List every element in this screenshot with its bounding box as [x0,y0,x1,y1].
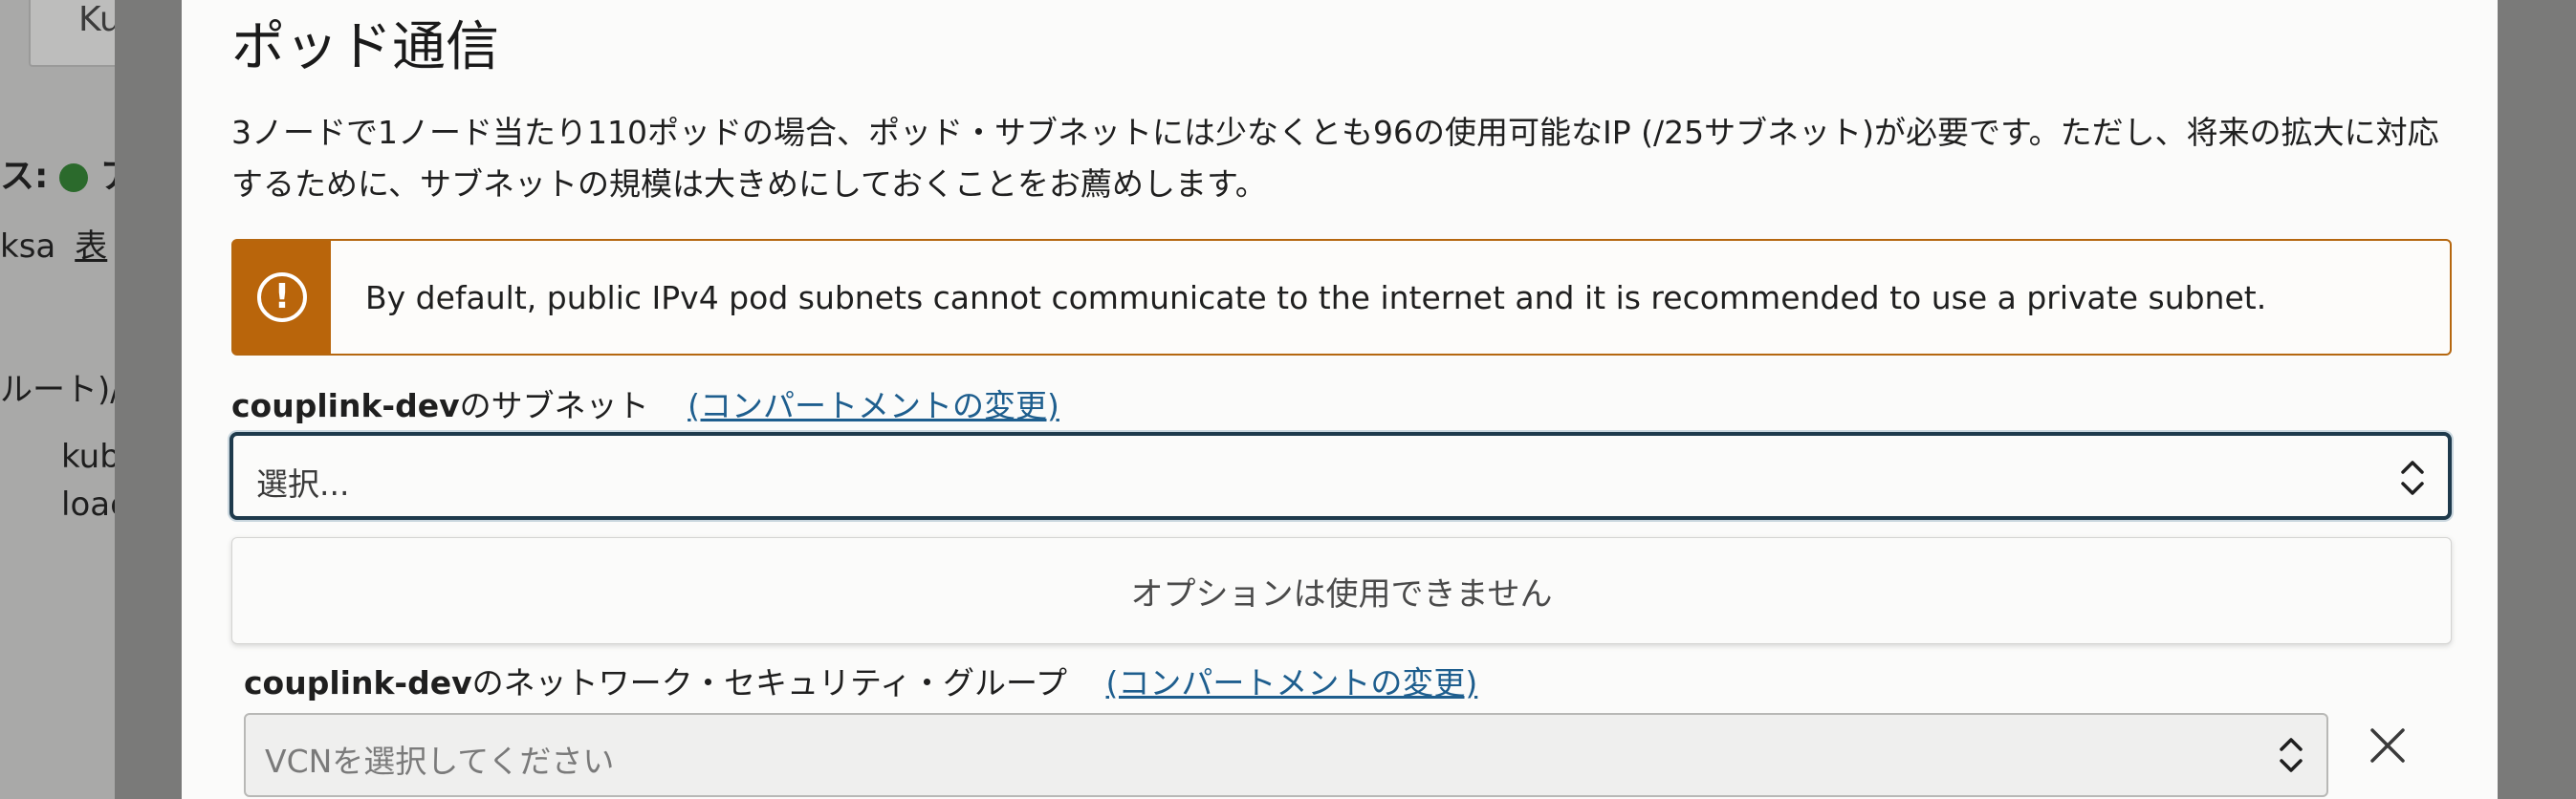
subnet-dropdown-list: オプションは使用できません [231,537,2452,644]
subnet-label: couplink-devのサブネット (コンパートメントの変更) [231,380,1059,426]
nsg-label-compartment: couplink-dev [244,664,472,702]
background-page: Ku ス: ア ksa 表 ルート)/ kub loac [0,0,115,799]
subnet-select[interactable]: 選択... [229,432,2452,520]
section-description: 3ノードで1ノード当たり110ポッドの場合、ポッド・サブネットには少なくとも96… [231,114,2439,203]
background-line-2: ルート)/ [0,371,115,409]
warning-icon-area: ! [233,241,331,354]
nsg-select[interactable]: VCNを選択してください [244,713,2328,797]
overlay-gutter [2498,0,2576,799]
change-compartment-link-2[interactable]: (コンパートメントの変更) [1106,664,1478,702]
background-line-1-link: 表 [75,227,108,266]
change-compartment-link[interactable]: (コンパートメントの変更) [688,387,1059,424]
pod-communication-panel: ポッド通信 3ノードで1ノード当たり110ポッドの場合、ポッド・サブネットには少… [182,0,2498,799]
exclamation-icon: ! [257,272,307,322]
nsg-label: couplink-devのネットワーク・セキュリティ・グループ (コンパートメン… [244,658,1477,703]
background-button: Ku [29,0,115,67]
subnet-label-compartment: couplink-dev [231,387,460,424]
warning-text: By default, public IPv4 pod subnets cann… [365,278,2267,316]
background-status: ス: ア [0,148,115,198]
background-line-4: loac [61,486,115,524]
subnet-label-text: のサブネット [459,387,649,424]
background-status-label: ス: [0,157,49,196]
close-icon[interactable] [2367,724,2409,767]
subnet-select-value: 選択... [256,465,350,503]
dropdown-empty-message: オプションは使用できません [1130,574,1553,614]
background-line-1: ksa 表 [0,220,107,267]
background-line-3: kub [61,438,115,476]
background-status-text: ア [100,157,115,196]
section-title: ポッド通信 [231,16,499,78]
status-dot-icon [59,163,89,192]
chevron-up-down-icon [2280,738,2303,772]
nsg-label-text: のネットワーク・セキュリティ・グループ [471,664,1068,702]
chevron-up-down-icon [2401,461,2424,495]
background-line-1-text: ksa [0,227,56,266]
warning-banner: ! By default, public IPv4 pod subnets ca… [231,239,2452,356]
nsg-select-placeholder: VCNを選択してください [265,743,615,780]
